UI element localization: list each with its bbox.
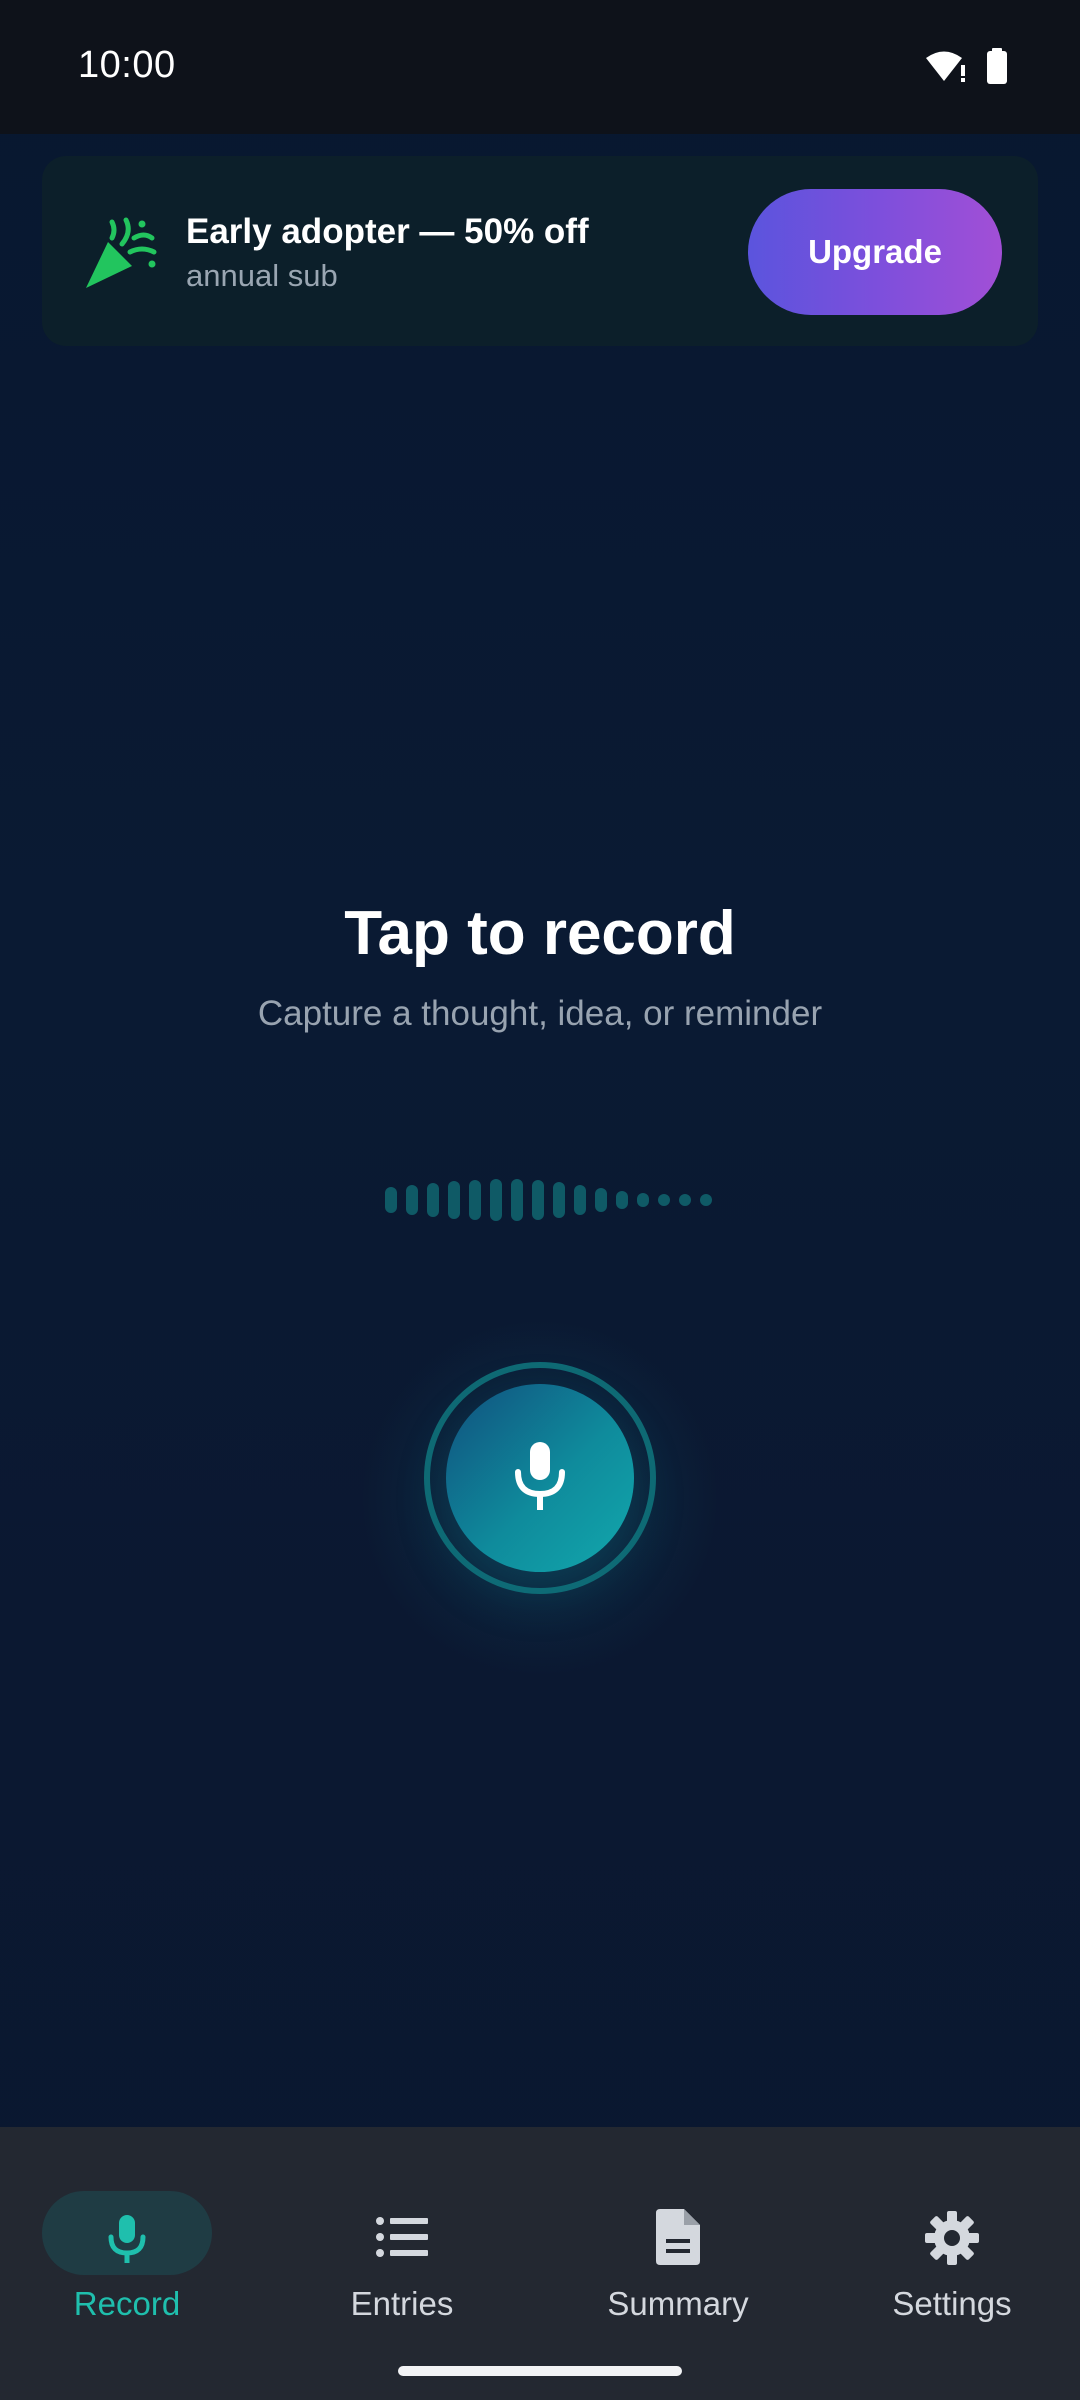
waveform-bar <box>385 1187 397 1213</box>
waveform-bar <box>595 1188 607 1212</box>
waveform-bar <box>637 1193 649 1207</box>
waveform-bar <box>448 1181 460 1219</box>
party-popper-icon <box>82 212 162 292</box>
document-icon <box>656 2209 700 2270</box>
waveform-bar <box>427 1183 439 1217</box>
promo-subtitle: annual sub <box>186 258 338 293</box>
waveform-bar <box>469 1180 481 1220</box>
waveform-bar <box>658 1194 670 1206</box>
waveform-bar <box>616 1191 628 1209</box>
microphone-icon <box>512 1440 568 1517</box>
status-icons <box>924 48 1008 84</box>
battery-icon <box>986 48 1008 84</box>
nav-item-entries[interactable]: Entries <box>302 2159 502 2322</box>
waveform-bar <box>574 1185 586 1215</box>
status-bar: 10:00 <box>0 0 1080 134</box>
nav-label-settings: Settings <box>892 2285 1012 2322</box>
gear-icon <box>925 2211 979 2270</box>
waveform-bar <box>511 1179 523 1221</box>
promo-banner[interactable]: Early adopter — 50% off annual sub Upgra… <box>42 156 1038 346</box>
home-indicator[interactable] <box>398 2366 682 2376</box>
list-icon <box>376 2215 428 2264</box>
waveform-bar <box>490 1179 502 1221</box>
waveform-bar <box>532 1180 544 1220</box>
nav-item-settings[interactable]: Settings <box>852 2159 1052 2322</box>
waveform-bar <box>700 1194 712 1206</box>
record-subtitle: Capture a thought, idea, or reminder <box>257 994 823 1033</box>
record-button[interactable] <box>446 1384 634 1572</box>
nav-item-record[interactable]: Record <box>42 2159 212 2322</box>
waveform-bar <box>679 1194 691 1206</box>
nav-label-entries: Entries <box>350 2285 454 2322</box>
status-time: 10:00 <box>78 44 176 86</box>
promo-title: Early adopter — 50% off <box>186 212 589 251</box>
nav-label-record: Record <box>73 2285 181 2322</box>
record-title: Tap to record <box>344 899 736 968</box>
nav-label-summary: Summary <box>607 2285 749 2322</box>
waveform-bar <box>406 1185 418 1215</box>
waveform-bar <box>553 1182 565 1218</box>
upgrade-button[interactable]: Upgrade <box>748 189 1002 315</box>
bottom-nav: Record Entries Summary Settings <box>0 2127 1080 2400</box>
nav-item-summary[interactable]: Summary <box>578 2159 778 2322</box>
screen: 10:00 Early adopter — 50% off annual sub… <box>0 0 1080 2400</box>
wifi-alert-icon <box>924 49 968 83</box>
waveform <box>385 1178 712 1222</box>
microphone-icon <box>107 2213 147 2270</box>
